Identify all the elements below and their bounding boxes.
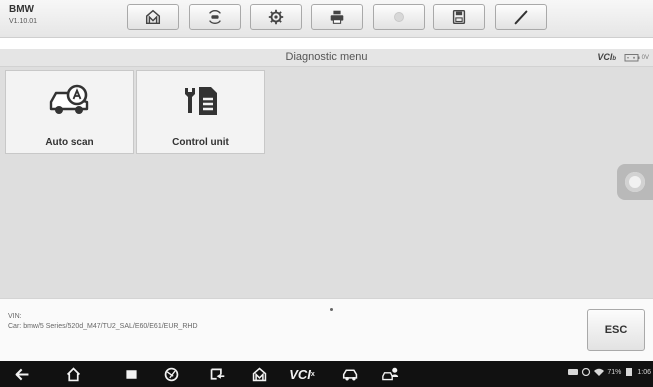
battery-percent: 71% xyxy=(607,368,622,376)
printer-icon xyxy=(330,10,344,24)
control-unit-icon xyxy=(184,87,217,115)
shortcut-icon xyxy=(210,368,224,380)
car-icon xyxy=(342,368,357,380)
remote-expert-icon xyxy=(381,367,398,380)
pen-icon xyxy=(514,10,528,25)
message-icon xyxy=(568,369,579,375)
vci-nav-sub: x xyxy=(310,370,315,378)
save-button[interactable] xyxy=(433,4,485,30)
browser-icon xyxy=(164,367,178,381)
battery-icon xyxy=(624,54,640,62)
software-version: V1.10.01 xyxy=(9,18,38,25)
android-home-icon xyxy=(66,366,80,381)
print-button[interactable] xyxy=(311,4,363,30)
android-navigation-bar: VCI x 71% 1:06 xyxy=(0,361,653,387)
home-button[interactable] xyxy=(127,4,179,30)
save-icon xyxy=(452,9,466,25)
vehicle-swap-button[interactable] xyxy=(189,4,241,30)
recent-apps-button[interactable] xyxy=(119,364,143,384)
maxisys-home-icon xyxy=(252,367,266,381)
vehicle-path: Car: bmw/5 Series/520d_M47/TU2_SAL/E60/E… xyxy=(8,323,198,330)
maxisys-home-button[interactable] xyxy=(248,364,270,384)
battery-voltage-value: 0V xyxy=(641,54,649,61)
notes-button[interactable] xyxy=(495,4,547,30)
back-arrow-icon xyxy=(15,368,28,380)
vci-manager-button[interactable]: VCI x xyxy=(286,364,318,384)
auto-scan-tile[interactable]: Auto scan xyxy=(5,70,134,154)
browser-button[interactable] xyxy=(159,364,183,384)
control-unit-label: Control unit xyxy=(172,137,229,148)
system-status: 71% 1:06 xyxy=(568,368,651,376)
recent-apps-icon xyxy=(125,369,137,379)
page-title: Diagnostic menu xyxy=(285,51,368,63)
title-bar: Diagnostic menu VCIb 0V xyxy=(0,49,653,67)
wifi-icon xyxy=(594,368,605,376)
control-unit-tile[interactable]: Control unit xyxy=(136,70,265,154)
vehicle-brand: BMW V1.10.01 xyxy=(9,4,38,26)
esc-button[interactable]: ESC xyxy=(587,309,645,351)
vehicle-button[interactable] xyxy=(338,364,362,384)
home-icon xyxy=(145,9,161,25)
vehicle-label: Car: xyxy=(8,323,22,330)
back-button[interactable] xyxy=(10,364,34,384)
top-toolbar: BMW V1.10.01 xyxy=(0,0,653,38)
vehicle-info-bar: VIN: Car: bmw/5 Series/520d_M47/TU2_SAL/… xyxy=(0,298,653,361)
vehicle-swap-icon xyxy=(209,10,221,24)
battery-voltage: 0V xyxy=(624,53,649,62)
sync-icon xyxy=(582,368,591,376)
vehicle-path-value: bmw/5 Series/520d_M47/TU2_SAL/E60/E61/EU… xyxy=(23,323,198,330)
vci-label: VCI xyxy=(597,52,613,62)
car-auto-scan-icon xyxy=(49,84,88,114)
floating-action-button[interactable] xyxy=(617,164,653,200)
brand-name: BMW xyxy=(9,4,34,15)
diagnostic-menu-area: Auto scan Control unit xyxy=(0,67,653,298)
vin-label: VIN: xyxy=(8,313,22,320)
tablet-battery-icon xyxy=(626,368,633,376)
android-home-button[interactable] xyxy=(61,364,85,384)
shortcut-button[interactable] xyxy=(205,364,229,384)
floating-button-icon xyxy=(625,172,645,192)
auto-scan-label: Auto scan xyxy=(45,137,94,148)
settings-gear-icon xyxy=(268,9,284,25)
vci-nav-label: VCI xyxy=(289,366,311,382)
settings-button[interactable] xyxy=(250,4,302,30)
remote-expert-button[interactable] xyxy=(377,364,403,384)
help-icon xyxy=(394,12,404,22)
help-button[interactable] xyxy=(373,4,425,30)
vci-sub-label: b xyxy=(612,56,616,62)
diagnostic-screen: BMW V1.10.01 Diagnostic menu VCIb 0V Aut… xyxy=(0,0,653,387)
vci-status: VCIb xyxy=(597,52,616,62)
status-dot xyxy=(330,308,333,311)
clock: 1:06 xyxy=(637,368,651,376)
